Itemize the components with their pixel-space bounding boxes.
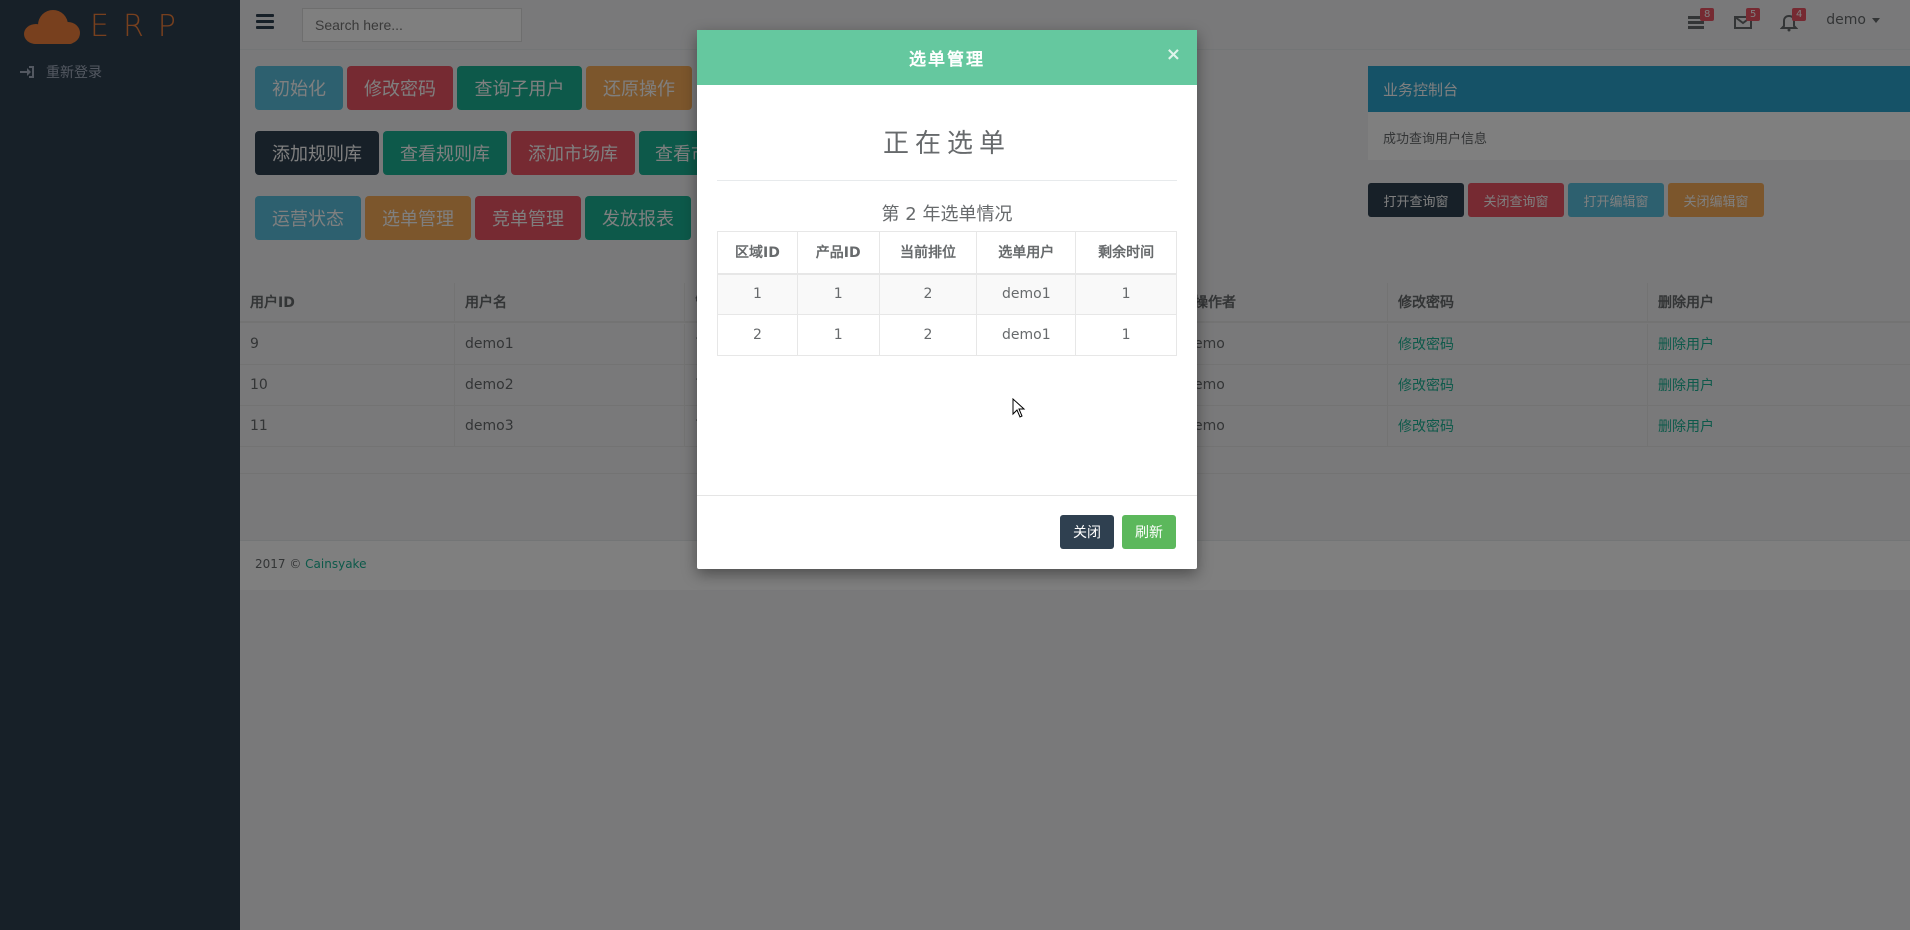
cell-selecting-user: demo1 [976, 273, 1077, 315]
selection-table: 区域ID 产品ID 当前排位 选单用户 剩余时间 1 1 2 demo1 1 2… [717, 231, 1177, 356]
refresh-button[interactable]: 刷新 [1122, 515, 1176, 549]
cell-product-id: 1 [796, 314, 880, 356]
table-header-row: 区域ID 产品ID 当前排位 选单用户 剩余时间 [717, 231, 1177, 275]
cell-current-rank: 2 [878, 314, 978, 356]
cell-region-id: 1 [717, 273, 798, 315]
col-current-rank: 当前排位 [878, 231, 978, 275]
order-selection-modal: 选单管理 × 正在选单 第 2 年选单情况 区域ID 产品ID 当前排位 选单用… [697, 30, 1197, 569]
col-product-id: 产品ID [796, 231, 880, 275]
cell-selecting-user: demo1 [976, 314, 1077, 356]
cell-remaining-time: 1 [1075, 273, 1177, 315]
col-remaining-time: 剩余时间 [1075, 231, 1177, 275]
modal-title: 正在选单 [882, 129, 1011, 159]
cell-remaining-time: 1 [1075, 314, 1177, 356]
modal-footer: 关闭 刷新 [697, 495, 1197, 569]
modal-header: 选单管理 × [697, 30, 1197, 85]
modal-subtitle: 第 2 年选单情况 [881, 204, 1013, 225]
col-selecting-user: 选单用户 [976, 231, 1077, 275]
close-icon[interactable]: × [1166, 44, 1183, 65]
cell-current-rank: 2 [878, 273, 978, 315]
table-row: 2 1 2 demo1 1 [717, 314, 1177, 356]
divider [717, 180, 1177, 181]
col-region-id: 区域ID [717, 231, 798, 275]
table-row: 1 1 2 demo1 1 [717, 273, 1177, 315]
close-button[interactable]: 关闭 [1060, 515, 1114, 549]
cell-region-id: 2 [717, 314, 798, 356]
modal-header-title: 选单管理 [909, 50, 985, 70]
mouse-cursor-icon [1012, 398, 1026, 418]
cell-product-id: 1 [796, 273, 880, 315]
